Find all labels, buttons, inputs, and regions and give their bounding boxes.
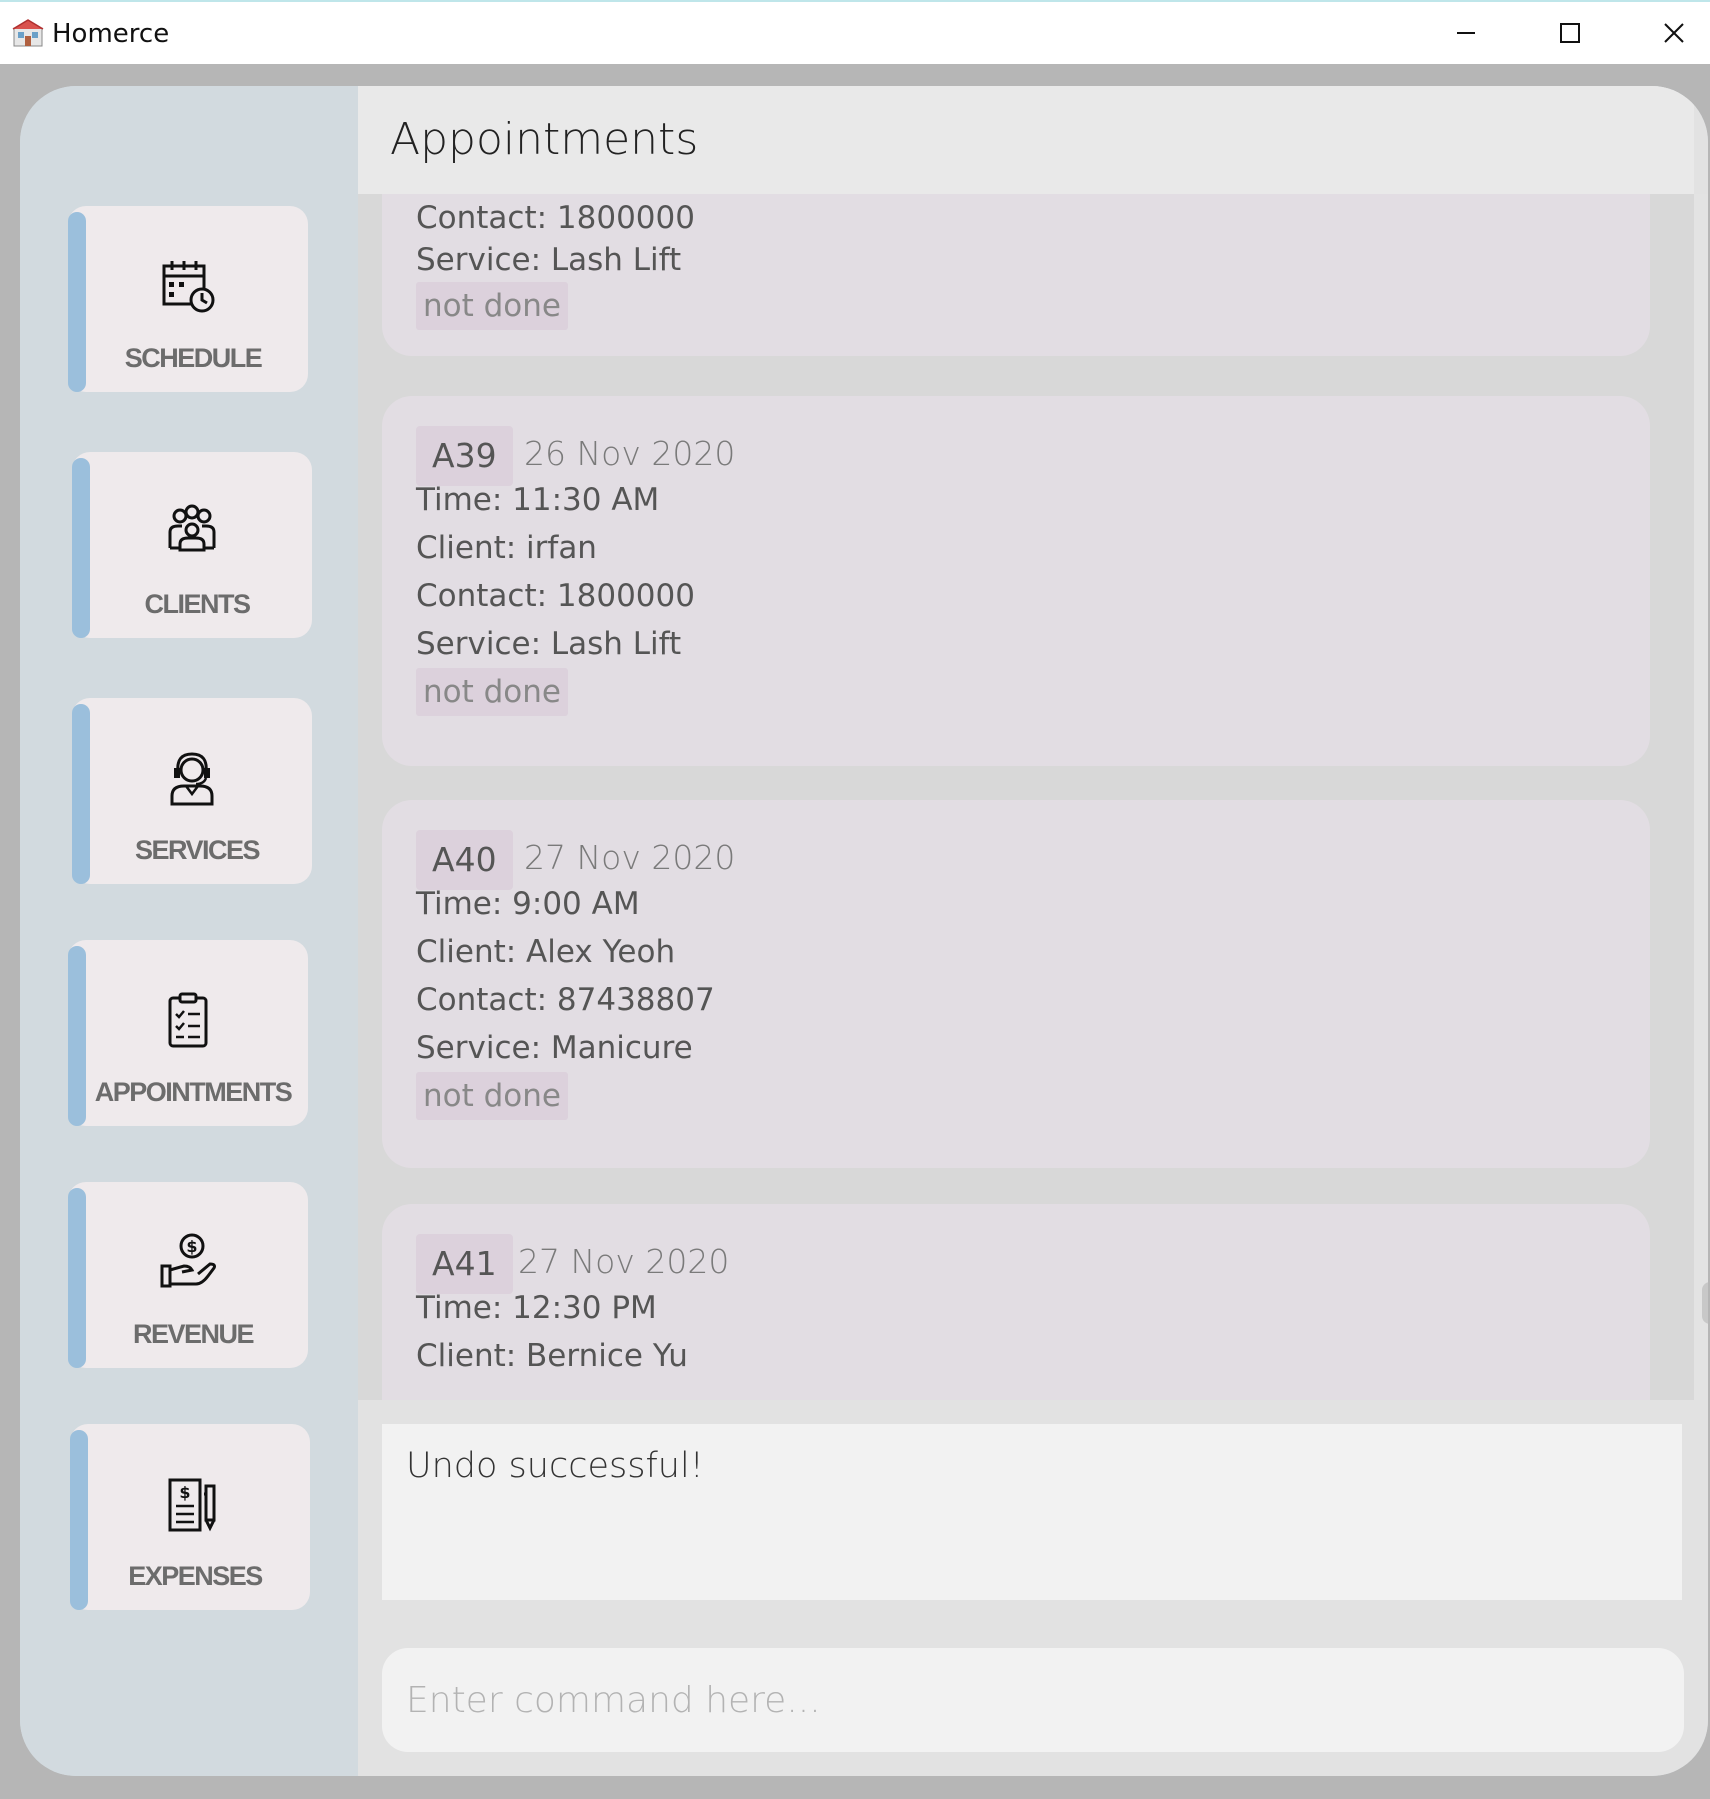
nav-appointments-label: APPOINTMENTS [94,1077,293,1107]
sidebar: SCHEDULE CLIENTS SERVICES APPOINTMENTS $… [20,86,358,1776]
calendar-clock-icon [162,261,215,313]
appointment-list[interactable]: Contact: 1800000 Service: Lash Lift not … [358,194,1694,1400]
status-badge: not done [416,668,568,716]
nav-expenses-button[interactable]: $ EXPENSES [70,1424,310,1610]
status-badge: not done [416,282,568,330]
scrollbar-thumb[interactable] [1702,1282,1708,1324]
appointment-id-badge: A39 [416,426,513,486]
maximize-button[interactable] [1540,10,1600,56]
appointment-contact: Contact: 1800000 [416,200,695,236]
nav-schedule-button[interactable]: SCHEDULE [68,206,308,392]
clipboard-checklist-icon [168,992,208,1048]
nav-clients-label: CLIENTS [144,589,251,619]
minimize-icon [1457,32,1475,34]
appointment-card[interactable]: A41 27 Nov 2020 Time: 12:30 PM Client: B… [382,1204,1650,1400]
nav-expenses-label: EXPENSES [128,1561,263,1591]
appointment-client: Client: Alex Yeoh [416,934,676,970]
close-button[interactable] [1644,10,1704,56]
title-bar: Homerce [0,0,1710,64]
hand-coin-icon: $ [160,1233,216,1288]
appointment-id-badge: A41 [416,1234,513,1294]
result-display: Undo successful! [382,1424,1682,1600]
svg-text:$: $ [179,1483,190,1502]
status-badge: not done [416,1072,568,1120]
maximize-icon [1560,23,1580,43]
minimize-button[interactable] [1436,10,1496,56]
close-icon [1664,23,1684,43]
appointment-card[interactable]: A39 26 Nov 2020 Time: 11:30 AM Client: i… [382,396,1650,766]
nav-services-button[interactable]: SERVICES [72,698,312,884]
result-message: Undo successful! [406,1446,704,1486]
appointment-client: Client: irfan [416,530,597,566]
appointment-time: Time: 12:30 PM [416,1290,657,1326]
headset-agent-icon [170,752,214,806]
appointment-id-badge: A40 [416,830,513,890]
panel-header: Appointments [358,86,1694,194]
appointment-service: Service: Manicure [416,1030,693,1066]
nav-revenue-label: REVENUE [132,1319,255,1349]
nav-services-label: SERVICES [134,835,261,865]
svg-text:$: $ [186,1237,197,1256]
appointment-date: 27 Nov 2020 [518,1242,730,1281]
nav-revenue-button[interactable]: $ REVENUE [68,1182,308,1368]
receipt-pen-icon: $ [168,1478,216,1532]
appointment-client: Client: Bernice Yu [416,1338,688,1374]
nav-clients-button[interactable]: CLIENTS [72,452,312,638]
app-title: Homerce [52,19,170,49]
appointment-contact: Contact: 1800000 [416,578,695,614]
nav-appointments-button[interactable]: APPOINTMENTS [68,940,308,1126]
appointment-time: Time: 11:30 AM [416,482,660,518]
people-group-icon [168,504,216,552]
app-window: SCHEDULE CLIENTS SERVICES APPOINTMENTS $… [20,86,1708,1776]
main-panel: Appointments Contact: 1800000 Service: L… [358,86,1708,1776]
command-input[interactable] [382,1648,1684,1752]
appointment-date: 27 Nov 2020 [524,838,736,877]
appointment-date: 26 Nov 2020 [524,434,736,473]
appointment-card[interactable]: A40 27 Nov 2020 Time: 9:00 AM Client: Al… [382,800,1650,1168]
app-logo-icon [12,19,44,47]
appointment-card[interactable]: Contact: 1800000 Service: Lash Lift not … [382,194,1650,356]
appointment-contact: Contact: 87438807 [416,982,715,1018]
list-scrollbar[interactable] [1694,194,1708,1400]
appointment-service: Service: Lash Lift [416,242,682,278]
appointment-service: Service: Lash Lift [416,626,682,662]
nav-schedule-label: SCHEDULE [124,343,263,373]
appointment-time: Time: 9:00 AM [416,886,640,922]
page-title: Appointments [390,114,699,165]
